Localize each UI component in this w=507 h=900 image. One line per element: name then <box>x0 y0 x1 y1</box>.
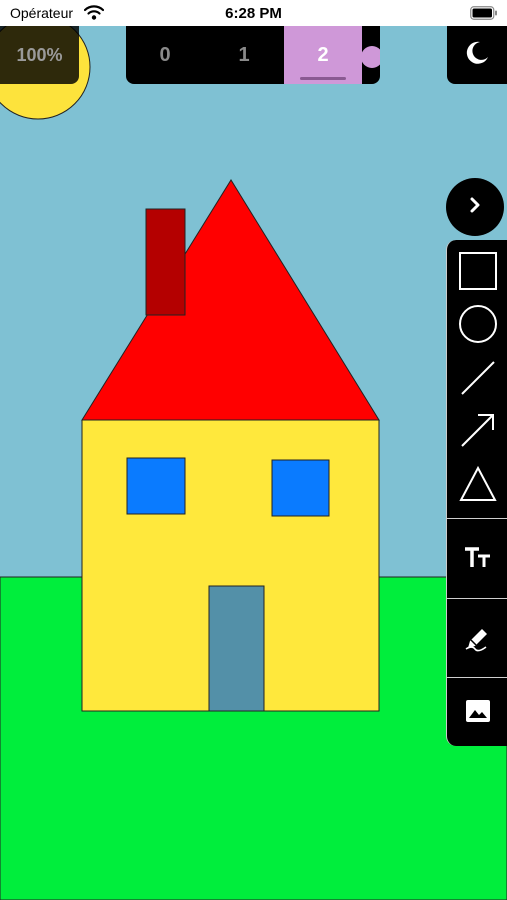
circle-icon <box>458 305 497 343</box>
arrow-icon <box>460 414 494 447</box>
layer-tab-2[interactable]: 2 <box>284 26 362 84</box>
line-tool[interactable] <box>447 352 507 404</box>
zoom-level-button[interactable]: 100% <box>0 26 79 84</box>
square-icon <box>458 252 497 290</box>
layer-tab-1[interactable]: 1 <box>205 26 283 84</box>
circle-tool[interactable] <box>447 298 507 350</box>
layer-tabs: 0 1 2 <box>126 26 380 84</box>
dark-mode-button[interactable] <box>447 26 507 84</box>
battery-icon <box>470 6 498 25</box>
arrow-tool[interactable] <box>447 404 507 456</box>
expand-toolbar-button[interactable] <box>446 178 504 236</box>
rectangle-tool[interactable] <box>447 245 507 297</box>
line-icon <box>460 361 495 395</box>
triangle-tool[interactable] <box>447 458 507 510</box>
layer-tab-0[interactable]: 0 <box>126 26 204 84</box>
left-window-shape[interactable] <box>126 457 186 515</box>
door-shape[interactable] <box>208 585 265 712</box>
right-window-shape[interactable] <box>271 459 330 517</box>
toolbar-divider <box>447 598 507 599</box>
status-bar: Opérateur 6:28 PM <box>0 0 507 26</box>
chevron-right-icon <box>465 195 485 220</box>
clock-label: 6:28 PM <box>225 5 282 22</box>
text-icon <box>464 547 490 567</box>
shape-toolbar <box>446 240 507 746</box>
image-icon <box>465 700 490 722</box>
drawing-canvas[interactable] <box>0 0 507 900</box>
pencil-icon <box>465 629 487 652</box>
toolbar-divider <box>447 518 507 519</box>
moon-icon <box>464 40 490 71</box>
text-tool[interactable] <box>447 522 507 594</box>
chimney-shape[interactable] <box>145 208 186 316</box>
toolbar-divider <box>447 677 507 678</box>
pencil-tool[interactable] <box>447 602 507 674</box>
triangle-icon <box>458 465 497 501</box>
layer-tab-3-peek[interactable] <box>361 46 380 68</box>
image-tool[interactable] <box>447 681 507 741</box>
